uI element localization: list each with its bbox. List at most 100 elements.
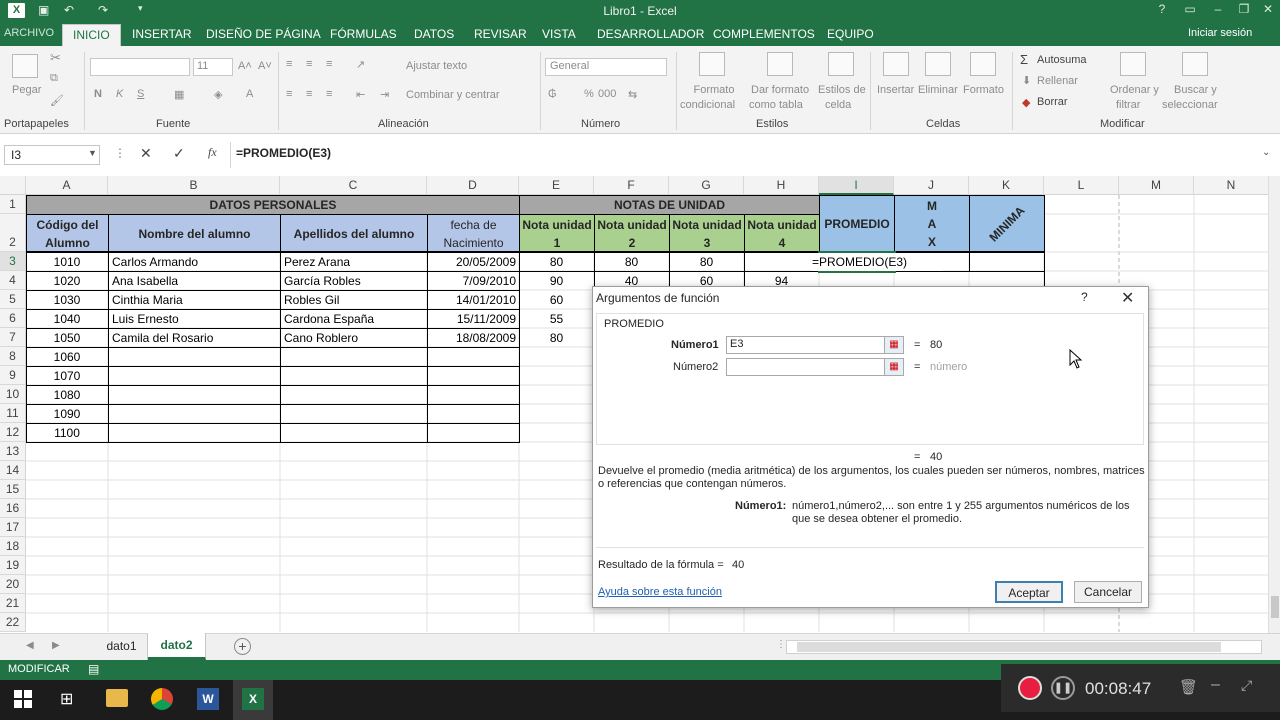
help-icon[interactable]: ?	[1081, 290, 1088, 304]
header-nota1[interactable]: Nota unidad 1	[519, 214, 595, 253]
horizontal-scrollbar-thumb[interactable]	[797, 642, 1221, 652]
expand-formula-icon[interactable]: ⌄	[1262, 147, 1270, 158]
conditional-format-label-1[interactable]: Formato	[692, 84, 736, 96]
chrome-icon[interactable]	[151, 688, 173, 710]
italic-button[interactable]: K	[116, 88, 123, 100]
col-header-selected[interactable]: I	[819, 176, 894, 195]
row-header[interactable]: 7	[0, 328, 26, 347]
tab-vista[interactable]: VISTA	[542, 27, 576, 41]
align-middle-icon[interactable]: ≡	[306, 58, 312, 70]
row-header[interactable]: 22	[0, 613, 26, 632]
insert-cells-label[interactable]: Insertar	[877, 84, 914, 96]
cut-icon[interactable]: ✂	[50, 50, 61, 66]
insert-function-icon[interactable]: fx	[208, 145, 217, 160]
row-header[interactable]: 9	[0, 366, 26, 385]
ok-button[interactable]: Aceptar	[995, 581, 1063, 603]
cell-fecha[interactable]: 7/09/2010	[427, 272, 516, 290]
header-codigo[interactable]: Código del Alumno	[26, 214, 109, 253]
col-header[interactable]: N	[1194, 176, 1269, 195]
cell-nota1[interactable]: 55	[519, 310, 594, 328]
sheet-tab[interactable]: dato1	[96, 634, 148, 660]
cell-apellidos[interactable]: García Robles	[284, 272, 427, 290]
cell-nota1[interactable]: 80	[519, 253, 594, 271]
grow-font-icon[interactable]: A˄	[238, 60, 252, 72]
row-header[interactable]: 13	[0, 442, 26, 461]
bold-button[interactable]: N	[94, 88, 102, 100]
name-box[interactable]: I3	[4, 145, 100, 165]
header-apellidos[interactable]: Apellidos del alumno	[280, 214, 428, 253]
font-name-box[interactable]	[90, 58, 190, 76]
windows-start-icon[interactable]	[14, 690, 32, 708]
format-table-label-1[interactable]: Dar formato	[751, 84, 809, 96]
header-nota2[interactable]: Nota unidad 2	[594, 214, 670, 253]
cell-nota1[interactable]: 80	[519, 329, 594, 347]
format-painter-icon[interactable]: 🖌	[50, 94, 64, 107]
thousands-button[interactable]: 000	[598, 88, 616, 100]
header-fecha[interactable]: fecha de Nacimiento	[427, 214, 520, 253]
col-header[interactable]: L	[1044, 176, 1119, 195]
cell-codigo[interactable]: 1010	[26, 253, 108, 271]
col-header[interactable]: A	[26, 176, 108, 195]
restore-icon[interactable]: ❐	[1232, 2, 1256, 16]
row-header[interactable]: 1	[0, 195, 26, 214]
tab-complementos[interactable]: COMPLEMENTOS	[713, 27, 815, 41]
cancel-entry-icon[interactable]: ✕	[140, 145, 152, 162]
tab-diseno[interactable]: DISEÑO DE PÁGINA	[206, 27, 321, 41]
select-all-corner[interactable]	[0, 176, 26, 195]
tab-desarrollador[interactable]: DESARROLLADOR	[597, 27, 704, 41]
underline-button[interactable]: S	[137, 88, 144, 100]
autosum-icon[interactable]: Σ	[1020, 52, 1028, 67]
format-cells-icon[interactable]	[970, 52, 996, 76]
delete-cells-label[interactable]: Eliminar	[918, 84, 958, 96]
cell-nota1[interactable]: 60	[519, 291, 594, 309]
col-header[interactable]: E	[519, 176, 594, 195]
cell-nota1[interactable]: 90	[519, 272, 594, 290]
cell-codigo[interactable]: 1030	[26, 291, 108, 309]
record-icon[interactable]	[1018, 676, 1042, 700]
horizontal-scrollbar[interactable]	[786, 640, 1262, 654]
col-header[interactable]: H	[744, 176, 819, 195]
minimize-recorder-icon[interactable]: –	[1211, 676, 1220, 694]
cell-nota2[interactable]: 80	[594, 253, 669, 271]
clear-icon[interactable]: ◆	[1022, 96, 1030, 109]
cancel-button[interactable]: Cancelar	[1074, 581, 1142, 603]
format-cells-label[interactable]: Formato	[963, 84, 1004, 96]
signin-link[interactable]: Iniciar sesión	[1188, 27, 1252, 39]
cell-codigo[interactable]: 1080	[26, 386, 108, 404]
wrap-text-button[interactable]: Ajustar texto	[406, 60, 467, 72]
insert-cells-icon[interactable]	[883, 52, 909, 76]
row-header[interactable]: 11	[0, 404, 26, 423]
autosum-button[interactable]: Autosuma	[1037, 54, 1087, 66]
cell-nombre[interactable]: Ana Isabella	[112, 272, 280, 290]
row-header[interactable]: 6	[0, 309, 26, 328]
row-header[interactable]: 19	[0, 556, 26, 575]
cell-codigo[interactable]: 1020	[26, 272, 108, 290]
col-header[interactable]: C	[280, 176, 427, 195]
row-header[interactable]: 20	[0, 575, 26, 594]
header-notas-unidad[interactable]: NOTAS DE UNIDAD	[519, 195, 820, 215]
cell-nombre[interactable]: Cinthia Maria	[112, 291, 280, 309]
tab-datos[interactable]: DATOS	[414, 27, 454, 41]
increase-indent-icon[interactable]: ⇥	[380, 88, 389, 101]
cell-codigo[interactable]: 1100	[26, 424, 108, 442]
cell-styles-label-2[interactable]: celda	[825, 99, 851, 111]
row-header[interactable]: 16	[0, 499, 26, 518]
cell-codigo[interactable]: 1070	[26, 367, 108, 385]
cell-styles-label-1[interactable]: Estilos de	[818, 84, 866, 96]
sheet-tab-active[interactable]: dato2	[148, 633, 206, 660]
tab-equipo[interactable]: EQUIPO	[827, 27, 874, 41]
tab-split-icon[interactable]: ⋮	[776, 639, 786, 650]
align-center-icon[interactable]: ≡	[306, 88, 312, 100]
cell-nombre[interactable]: Camila del Rosario	[112, 329, 280, 347]
col-header[interactable]: F	[594, 176, 669, 195]
cell-codigo[interactable]: 1090	[26, 405, 108, 423]
close-window-icon[interactable]: ✕	[1256, 2, 1280, 16]
scroll-left-icon[interactable]: ◀	[26, 640, 34, 651]
cell-apellidos[interactable]: Robles Gil	[284, 291, 427, 309]
cell-styles-icon[interactable]	[828, 52, 854, 76]
row-header[interactable]: 8	[0, 347, 26, 366]
help-link[interactable]: Ayuda sobre esta función	[598, 586, 722, 598]
row-header[interactable]: 21	[0, 594, 26, 613]
conditional-format-icon[interactable]	[699, 52, 725, 76]
align-top-icon[interactable]: ≡	[286, 58, 292, 70]
